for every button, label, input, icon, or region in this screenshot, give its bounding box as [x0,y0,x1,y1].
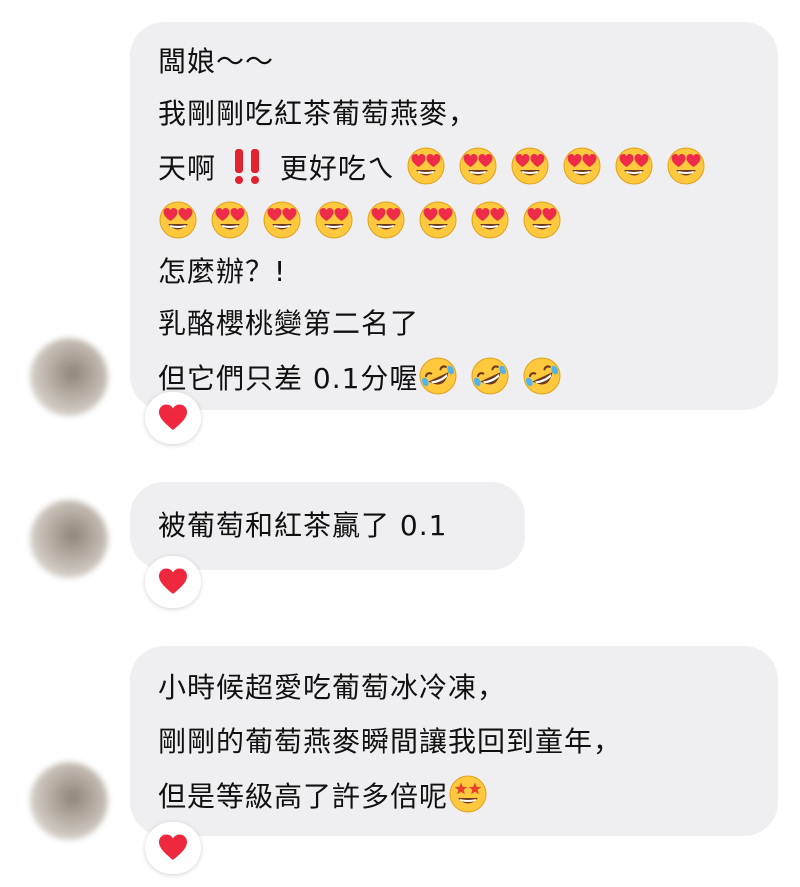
message-line: 怎麼辦？! [158,255,287,288]
avatar[interactable] [30,762,108,840]
message-line: 我剛剛吃紅茶葡萄燕麥， [158,97,478,130]
heart-eyes-emoji [263,201,301,239]
heart-eyes-emoji [315,201,353,239]
message-line: 闆娘～～ [158,45,275,78]
avatar[interactable] [30,500,108,578]
rofl-emoji [523,357,561,395]
star-struck-emoji [449,775,487,813]
message-line: 但它們只差 0.1分喔 [158,356,574,399]
heart-eyes-emoji [471,201,509,239]
emoji-row [448,775,500,813]
message-bubble[interactable]: 被葡萄和紅茶贏了 0.1 [130,482,525,570]
heart-eyes-emoji [459,147,497,185]
message-line: 剛剛的葡萄燕麥瞬間讓我回到童年， [158,725,623,758]
emoji-row [418,357,574,395]
rofl-emoji [419,357,457,395]
heart-eyes-emoji [523,201,561,239]
reaction-badge[interactable] [145,822,201,874]
heart-eyes-emoji [563,147,601,185]
emoji-row [406,147,718,185]
rofl-emoji [471,357,509,395]
emoji-row [158,201,574,239]
heart-icon [159,404,187,430]
message-line: 但是等級高了許多倍呢 [158,774,500,817]
message-line: 天啊 更好吃ㄟ [158,146,718,189]
double-exclamation-icon [234,149,259,184]
heart-eyes-emoji [407,147,445,185]
heart-eyes-emoji [367,201,405,239]
heart-eyes-emoji [419,201,457,239]
heart-eyes-emoji [667,147,705,185]
avatar[interactable] [30,338,108,416]
heart-eyes-emoji [615,147,653,185]
heart-icon [159,834,187,860]
heart-eyes-emoji [159,201,197,239]
reaction-badge[interactable] [145,556,201,608]
heart-icon [159,568,187,594]
message-line: 被葡萄和紅茶贏了 0.1 [158,509,448,542]
message-line: 乳酪櫻桃變第二名了 [158,307,420,340]
message-line: 小時候超愛吃葡萄冰冷凍， [158,671,507,704]
message-bubble[interactable]: 小時候超愛吃葡萄冰冷凍， 剛剛的葡萄燕麥瞬間讓我回到童年， 但是等級高了許多倍呢 [130,646,778,836]
message-line [158,200,574,243]
reaction-badge[interactable] [145,392,201,444]
heart-eyes-emoji [211,201,249,239]
chat-thread: 闆娘～～ 我剛剛吃紅茶葡萄燕麥， 天啊 更好吃ㄟ 怎麼辦？! 乳酪櫻桃變第二名了… [0,0,800,887]
heart-eyes-emoji [511,147,549,185]
message-bubble[interactable]: 闆娘～～ 我剛剛吃紅茶葡萄燕麥， 天啊 更好吃ㄟ 怎麼辦？! 乳酪櫻桃變第二名了… [130,22,778,410]
